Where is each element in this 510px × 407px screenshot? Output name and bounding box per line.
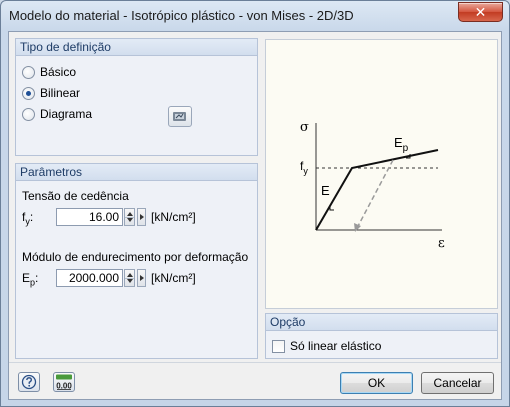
unloading-line	[356, 159, 394, 229]
yield-stress-spinner[interactable]	[124, 208, 135, 226]
epsilon-label: ε	[438, 236, 445, 251]
definition-type-header: Tipo de definição	[16, 39, 257, 56]
linear-elastic-checkbox[interactable]	[272, 339, 285, 353]
close-button[interactable]: ✕	[458, 2, 503, 22]
window-title: Modelo do material - Isotrópico plástico…	[9, 8, 354, 23]
unloading-arrow-icon	[354, 223, 361, 232]
close-icon: ✕	[474, 4, 487, 20]
spin-up-icon[interactable]	[127, 212, 133, 216]
Ep-label: Ep	[394, 135, 409, 154]
yield-stress-symbol: fy:	[22, 210, 33, 226]
E-label: E	[321, 183, 330, 198]
parameters-group: Parâmetros Tensão de cedência fy: 16.00 …	[15, 163, 258, 359]
radio-bilinear-label: Bilinear	[40, 86, 81, 100]
sigma-label: σ	[300, 120, 309, 135]
yield-stress-symbol-colon: :	[29, 210, 34, 224]
option-header: Opção	[266, 314, 497, 331]
units-decimal-button[interactable]: 0.00	[53, 372, 75, 392]
diagram-edit-icon	[173, 112, 186, 121]
units-decimal-icon: 0.00	[56, 374, 72, 391]
hardening-modulus-label: Módulo de endurecimento por deformação	[22, 250, 249, 264]
radio-basic-label: Básico	[40, 65, 77, 79]
radio-diagram[interactable]: Diagrama	[22, 106, 92, 122]
cancel-button[interactable]: Cancelar	[421, 372, 494, 394]
hardening-modulus-symbol: Ep:	[22, 271, 38, 287]
footer-divider	[9, 362, 501, 363]
yield-stress-unit: [kN/cm²]	[151, 210, 196, 224]
linear-elastic-option[interactable]: Só linear elástico	[272, 338, 381, 354]
hardening-modulus-symbol-colon: :	[35, 271, 39, 285]
spin-down-icon[interactable]	[127, 279, 133, 283]
help-icon	[21, 374, 37, 390]
Ep-letter: E	[394, 135, 403, 150]
radio-diagram-circle[interactable]	[22, 107, 35, 121]
edit-diagram-button[interactable]	[168, 106, 192, 127]
dialog-body: Tipo de definição Básico Bilinear Diagra…	[8, 31, 502, 400]
hardening-modulus-symbol-letter: E	[22, 271, 31, 285]
yield-stress-menu-button[interactable]	[137, 208, 146, 226]
hardening-modulus-unit: [kN/cm²]	[151, 271, 196, 285]
linear-elastic-label: Só linear elástico	[290, 339, 382, 353]
stress-strain-diagram: σ ε fy E Ep	[300, 120, 445, 251]
spin-up-icon[interactable]	[127, 273, 133, 277]
radio-bilinear-circle[interactable]	[22, 86, 35, 100]
hardening-modulus-spinner[interactable]	[124, 269, 135, 287]
dialog-window: Modelo do material - Isotrópico plástico…	[0, 0, 510, 407]
material-diagram-preview: σ ε fy E Ep	[265, 39, 498, 309]
spin-down-icon[interactable]	[127, 218, 133, 222]
parameters-header: Parâmetros	[16, 164, 257, 181]
title-bar: Modelo do material - Isotrópico plástico…	[1, 1, 509, 31]
ok-button[interactable]: OK	[340, 372, 413, 394]
option-group: Opção Só linear elástico	[265, 313, 498, 359]
fy-label: fy	[300, 159, 308, 176]
hardening-modulus-input[interactable]: 2000.000	[56, 269, 123, 287]
radio-diagram-label: Diagrama	[40, 107, 93, 121]
radio-basic-circle[interactable]	[22, 65, 35, 79]
yield-stress-input[interactable]: 16.00	[56, 208, 123, 226]
help-button[interactable]	[18, 372, 40, 392]
radio-bilinear[interactable]: Bilinear	[22, 85, 80, 101]
Ep-sub: p	[403, 143, 409, 154]
hardening-modulus-menu-button[interactable]	[137, 269, 146, 287]
radio-basic[interactable]: Básico	[22, 64, 76, 80]
yield-stress-label: Tensão de cedência	[22, 189, 129, 203]
definition-type-group: Tipo de definição Básico Bilinear Diagra…	[15, 38, 258, 156]
fy-sub: y	[303, 166, 308, 176]
